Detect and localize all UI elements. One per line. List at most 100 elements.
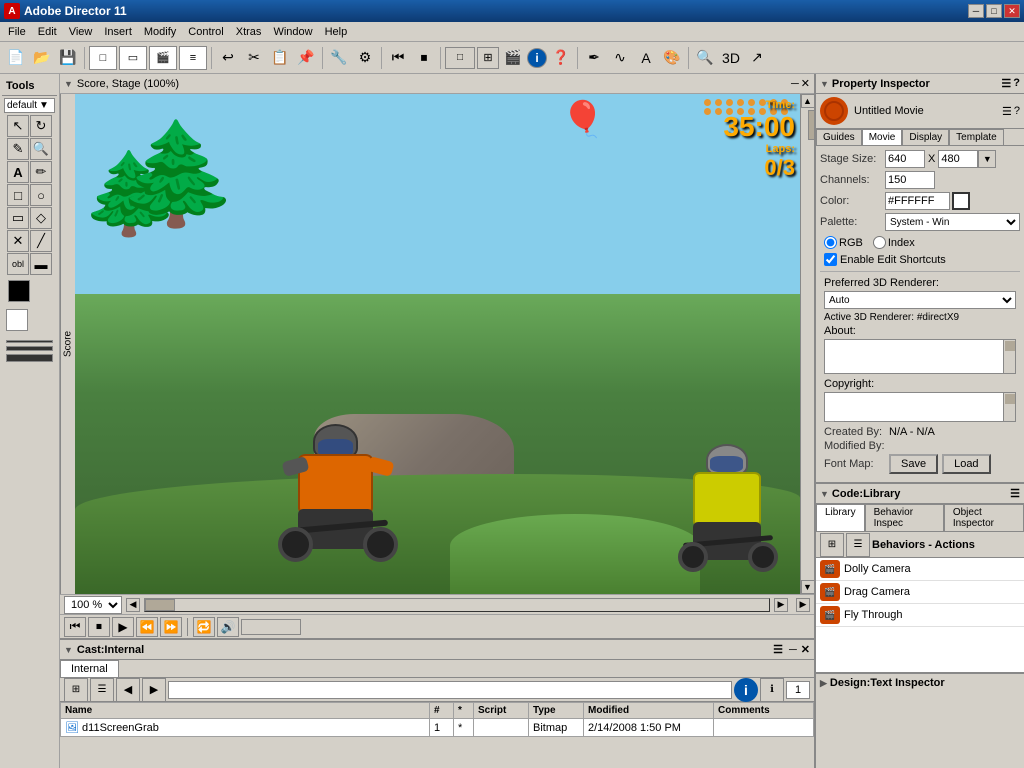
stage-minimize-icon[interactable]: ─ bbox=[791, 78, 799, 90]
menu-help[interactable]: Help bbox=[319, 24, 354, 40]
cast-info-btn[interactable]: ℹ bbox=[760, 678, 784, 702]
pi-movie-list-icon[interactable]: ☰ bbox=[1002, 105, 1012, 118]
pi-channels-input[interactable] bbox=[885, 171, 935, 189]
tool-zoom[interactable]: 🔍 bbox=[30, 138, 52, 160]
tool-cross[interactable]: ✕ bbox=[7, 230, 29, 252]
code-item-drag[interactable]: 🎬 Drag Camera bbox=[816, 581, 1024, 604]
vscroll-up[interactable]: ▲ bbox=[801, 94, 815, 108]
hscroll-thumb[interactable] bbox=[145, 599, 175, 611]
pi-tab-display[interactable]: Display bbox=[902, 129, 949, 145]
tb-info[interactable]: i bbox=[527, 48, 547, 68]
tool-shape2[interactable]: ▬ bbox=[30, 253, 52, 275]
tb-save[interactable]: 💾 bbox=[56, 46, 80, 70]
tool-line[interactable]: ╱ bbox=[30, 230, 52, 252]
code-options-icon[interactable]: ☰ bbox=[1010, 487, 1020, 500]
pi-help-icon[interactable]: ? bbox=[1013, 77, 1020, 90]
pb-loop[interactable]: 🔁 bbox=[193, 617, 215, 637]
pi-radio-rgb[interactable]: RGB bbox=[824, 236, 863, 249]
pb-back[interactable]: ⏪ bbox=[136, 617, 158, 637]
hscroll-track[interactable] bbox=[144, 598, 770, 612]
tb-score[interactable]: ≡ bbox=[179, 46, 207, 70]
pi-about-scroll-thumb[interactable] bbox=[1005, 341, 1015, 351]
code-item-dolly[interactable]: 🎬 Dolly Camera bbox=[816, 558, 1024, 581]
menu-edit[interactable]: Edit bbox=[32, 24, 63, 40]
fg-color-swatch[interactable] bbox=[8, 280, 30, 302]
tb-new[interactable]: 📄 bbox=[4, 46, 28, 70]
stage-canvas[interactable]: 🌲 🌲 🎈 bbox=[75, 94, 800, 594]
tb-3d[interactable]: 3D bbox=[719, 46, 743, 70]
tb-curve[interactable]: ∿ bbox=[608, 46, 632, 70]
tb-copy[interactable]: 📋 bbox=[268, 46, 292, 70]
pi-radio-rgb-input[interactable] bbox=[824, 236, 837, 249]
pi-list-icon[interactable]: ☰ bbox=[1001, 77, 1011, 90]
tb-ext[interactable]: ↗ bbox=[745, 46, 769, 70]
tb-stagewin[interactable]: □ bbox=[445, 47, 475, 69]
pi-radio-index-input[interactable] bbox=[873, 236, 886, 249]
pi-load-button[interactable]: Load bbox=[942, 454, 990, 474]
pi-tab-template[interactable]: Template bbox=[949, 129, 1004, 145]
pi-color-swatch[interactable] bbox=[952, 192, 970, 210]
tb-help[interactable]: ❓ bbox=[549, 46, 573, 70]
tb-text[interactable]: A bbox=[634, 46, 658, 70]
tb-pen[interactable]: ✒ bbox=[582, 46, 606, 70]
pb-rewind[interactable]: ⏮ bbox=[64, 617, 86, 637]
pi-stage-width[interactable] bbox=[885, 150, 925, 168]
pi-movie-help-icon[interactable]: ? bbox=[1014, 105, 1020, 118]
pi-stage-size-dropdown[interactable]: ▼ bbox=[978, 150, 996, 168]
cast-name-input[interactable]: d11ScreenGrab bbox=[168, 681, 732, 699]
pb-forward[interactable]: ⏩ bbox=[160, 617, 182, 637]
menu-control[interactable]: Control bbox=[182, 24, 229, 40]
tb-rewind[interactable]: ⏮ bbox=[386, 46, 410, 70]
pb-volume-slider[interactable] bbox=[241, 619, 301, 635]
tb-movie[interactable]: ▭ bbox=[119, 46, 147, 70]
code-list-icon[interactable]: ☰ bbox=[846, 533, 870, 557]
cast-collapse-icon[interactable]: ▼ bbox=[64, 645, 73, 655]
hscroll-left[interactable]: ◀ bbox=[126, 598, 140, 612]
tool-text[interactable]: A bbox=[7, 161, 29, 183]
cast-tab-internal[interactable]: Internal bbox=[60, 660, 119, 677]
pi-copyright-textarea[interactable] bbox=[824, 392, 1016, 422]
code-tab-library[interactable]: Library bbox=[816, 504, 865, 531]
pb-play[interactable]: ▶ bbox=[112, 617, 134, 637]
tool-roundrect[interactable]: ▭ bbox=[7, 207, 29, 229]
pb-stop[interactable]: ⏹ bbox=[88, 617, 110, 637]
tool-diamond[interactable]: ◇ bbox=[30, 207, 52, 229]
menu-insert[interactable]: Insert bbox=[98, 24, 138, 40]
menu-view[interactable]: View bbox=[63, 24, 99, 40]
code-item-fly[interactable]: 🎬 Fly Through bbox=[816, 604, 1024, 627]
maximize-button[interactable]: □ bbox=[986, 4, 1002, 18]
pb-volume[interactable]: 🔊 bbox=[217, 617, 239, 637]
tb-debug2[interactable]: ⚙ bbox=[353, 46, 377, 70]
tb-open[interactable]: 📂 bbox=[30, 46, 54, 70]
tool-obl[interactable]: obl bbox=[7, 253, 29, 275]
hscroll-inner[interactable] bbox=[144, 598, 770, 612]
tb-grid[interactable]: ⊞ bbox=[477, 47, 499, 69]
line-style-thin[interactable] bbox=[6, 340, 53, 343]
stage-close-icon[interactable]: ✕ bbox=[801, 77, 810, 90]
vscroll-down[interactable]: ▼ bbox=[801, 580, 815, 594]
tb-paste[interactable]: 📌 bbox=[294, 46, 318, 70]
pi-stage-height[interactable] bbox=[938, 150, 978, 168]
pi-radio-index[interactable]: Index bbox=[873, 236, 915, 249]
tool-rect[interactable]: □ bbox=[7, 184, 29, 206]
design-collapse-icon[interactable]: ▶ bbox=[820, 678, 827, 689]
tool-pencil[interactable]: ✎ bbox=[7, 138, 29, 160]
menu-modify[interactable]: Modify bbox=[138, 24, 182, 40]
tb-cut[interactable]: ✂ bbox=[242, 46, 266, 70]
menu-window[interactable]: Window bbox=[267, 24, 318, 40]
default-dropdown[interactable]: default ▼ bbox=[4, 98, 55, 113]
tb-paint[interactable]: 🎨 bbox=[660, 46, 684, 70]
pi-tab-movie[interactable]: Movie bbox=[862, 129, 903, 145]
pi-collapse-icon[interactable]: ▼ bbox=[820, 79, 829, 89]
stage-collapse-icon[interactable]: ▼ bbox=[64, 79, 73, 89]
pi-3d-select[interactable]: Auto bbox=[824, 291, 1016, 309]
menu-xtras[interactable]: Xtras bbox=[230, 24, 268, 40]
code-collapse-icon[interactable]: ▼ bbox=[820, 489, 829, 499]
pi-save-button[interactable]: Save bbox=[889, 454, 938, 474]
minimize-button[interactable]: ─ bbox=[968, 4, 984, 18]
cast-options-icon[interactable]: ☰ bbox=[773, 643, 783, 656]
hscroll-right[interactable]: ▶ bbox=[774, 598, 788, 612]
table-row[interactable]: 🖼 d11ScreenGrab 1 * Bitmap 2/14/2008 1:5… bbox=[61, 719, 814, 737]
pi-enable-edit-checkbox[interactable] bbox=[824, 253, 837, 266]
vscroll-thumb[interactable] bbox=[808, 110, 815, 140]
